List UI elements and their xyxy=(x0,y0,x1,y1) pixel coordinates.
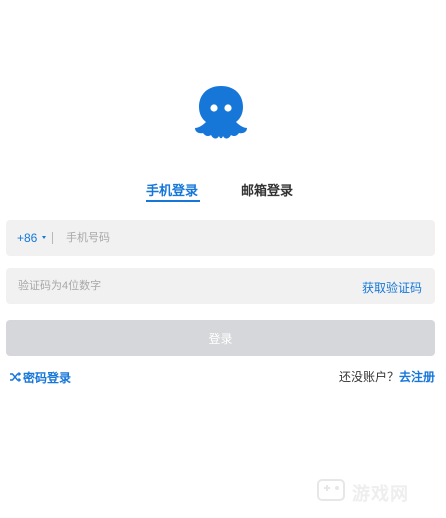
octopus-icon xyxy=(195,86,247,139)
password-login-label: 密码登录 xyxy=(23,371,72,385)
phone-field: +86 xyxy=(6,220,435,256)
phone-number-input[interactable] xyxy=(66,220,426,256)
verification-code-input[interactable] xyxy=(18,268,348,304)
watermark: 游戏网 xyxy=(316,472,438,512)
caret-down-icon xyxy=(42,236,46,239)
tab-phone-login[interactable]: 手机登录 xyxy=(146,180,198,199)
signup-prompt: 还没账户？去注册 xyxy=(339,368,435,385)
field-divider xyxy=(52,232,53,244)
country-code-selector[interactable]: +86 xyxy=(17,231,37,245)
signup-link[interactable]: 去注册 xyxy=(399,370,435,384)
no-account-text: 还没账户？ xyxy=(338,370,399,384)
tab-email-login[interactable]: 邮箱登录 xyxy=(241,180,293,199)
active-tab-indicator xyxy=(146,200,200,202)
watermark-text: 游戏网 xyxy=(352,484,409,504)
shuffle-icon xyxy=(10,372,21,382)
login-tabs: 手机登录 邮箱登录 xyxy=(0,180,446,206)
login-page: 手机登录 邮箱登录 +86 获取验证码 登录 密码登录 还没账户？去注册 游戏网 xyxy=(0,0,446,518)
get-code-button[interactable]: 获取验证码 xyxy=(362,279,422,296)
verification-code-field: 获取验证码 xyxy=(6,268,435,304)
login-button[interactable]: 登录 xyxy=(6,320,435,356)
watermark-logo-icon xyxy=(317,479,345,501)
